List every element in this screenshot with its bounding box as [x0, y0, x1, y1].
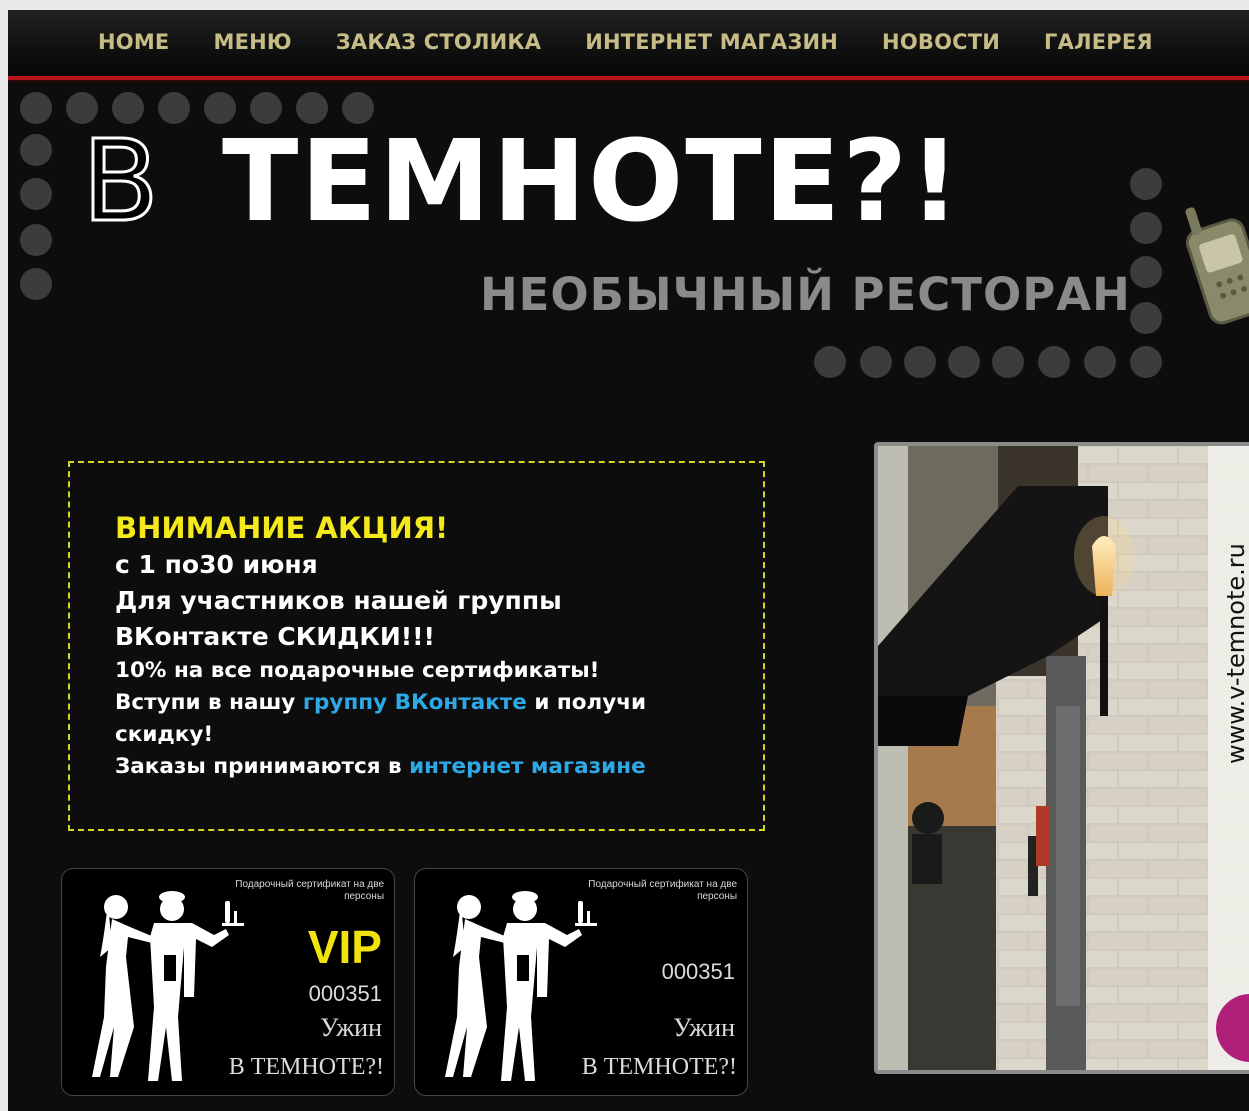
nav-items: HOME МЕНЮ ЗАКАЗ СТОЛИКА ИНТЕРНЕТ МАГАЗИН…	[98, 30, 1197, 54]
promo-line: Для участников нашей группы	[115, 586, 562, 615]
certificate-heading: Подарочный сертификат на две персоны	[588, 879, 737, 902]
promo-line: скидку!	[115, 722, 214, 747]
promo-content: ВНИМАНИЕ АКЦИЯ! с 1 по30 июня Для участн…	[115, 509, 735, 783]
nav-item-menu[interactable]: МЕНЮ	[213, 30, 291, 54]
nav-item-online-shop[interactable]: ИНТЕРНЕТ МАГАЗИН	[585, 30, 838, 54]
promo-title: ВНИМАНИЕ АКЦИЯ!	[115, 511, 449, 545]
couple-silhouette-icon	[445, 891, 597, 1081]
nav-item-table-booking[interactable]: ЗАКАЗ СТОЛИКА	[336, 30, 541, 54]
page: HOME МЕНЮ ЗАКАЗ СТОЛИКА ИНТЕРНЕТ МАГАЗИН…	[8, 10, 1249, 1111]
gift-certificate[interactable]: Подарочный сертификат на две персоны 000…	[414, 868, 748, 1096]
phone-icon[interactable]	[1178, 190, 1249, 330]
promo-text: и получи	[526, 690, 647, 715]
certificate-number: 000351	[661, 959, 735, 984]
nav-divider	[8, 80, 1249, 82]
logo-title: ТЕМНОТЕ?!	[222, 117, 963, 247]
certificate-brand: В ТЕМНОТЕ?!	[581, 1054, 737, 1080]
promo-line: Вступи в нашу группу ВКонтакте и получи	[115, 687, 735, 719]
vip-badge: VIP	[307, 921, 382, 973]
certificate-heading: Подарочный сертификат на две персоны	[235, 879, 384, 902]
promo-text: Заказы принимаются в	[115, 754, 410, 779]
promo-dates: с 1 по30 июня	[115, 550, 318, 579]
promo-text: Вступи в нашу	[115, 690, 303, 715]
entrance-illustration	[878, 446, 1249, 1070]
certificate-title: Ужин	[673, 1013, 735, 1042]
nav-item-news[interactable]: НОВОСТИ	[882, 30, 1000, 54]
certificate-title: Ужин	[320, 1013, 382, 1042]
promo-line: ВКонтакте СКИДКИ!!!	[115, 622, 435, 651]
gift-certificate-vip[interactable]: Подарочный сертификат на две персоны VIP…	[61, 868, 395, 1096]
nav-item-gallery[interactable]: ГАЛЕРЕЯ	[1044, 30, 1153, 54]
couple-silhouette-icon	[92, 891, 244, 1081]
certificate-number: 000351	[308, 981, 382, 1006]
promo-box: ВНИМАНИЕ АКЦИЯ! с 1 по30 июня Для участн…	[68, 461, 765, 831]
promo-line: Заказы принимаются в интернет магазине	[115, 751, 735, 783]
logo-letter: В	[81, 117, 161, 247]
top-navigation: HOME МЕНЮ ЗАКАЗ СТОЛИКА ИНТЕРНЕТ МАГАЗИН…	[8, 10, 1249, 76]
online-shop-link[interactable]: интернет магазине	[409, 754, 646, 779]
certificate-brand: В ТЕМНОТЕ?!	[228, 1054, 384, 1080]
photo-watermark-url: www.v-temnote.ru	[1222, 543, 1249, 764]
nav-item-home[interactable]: HOME	[98, 30, 169, 54]
logo-subtitle: НЕОБЫЧНЫЙ РЕСТОРАН	[480, 268, 1131, 321]
vk-group-link[interactable]: группу ВКонтакте	[303, 690, 527, 715]
promo-line: 10% на все подарочные сертификаты!	[115, 658, 600, 683]
restaurant-entrance-photo[interactable]	[874, 442, 1249, 1074]
